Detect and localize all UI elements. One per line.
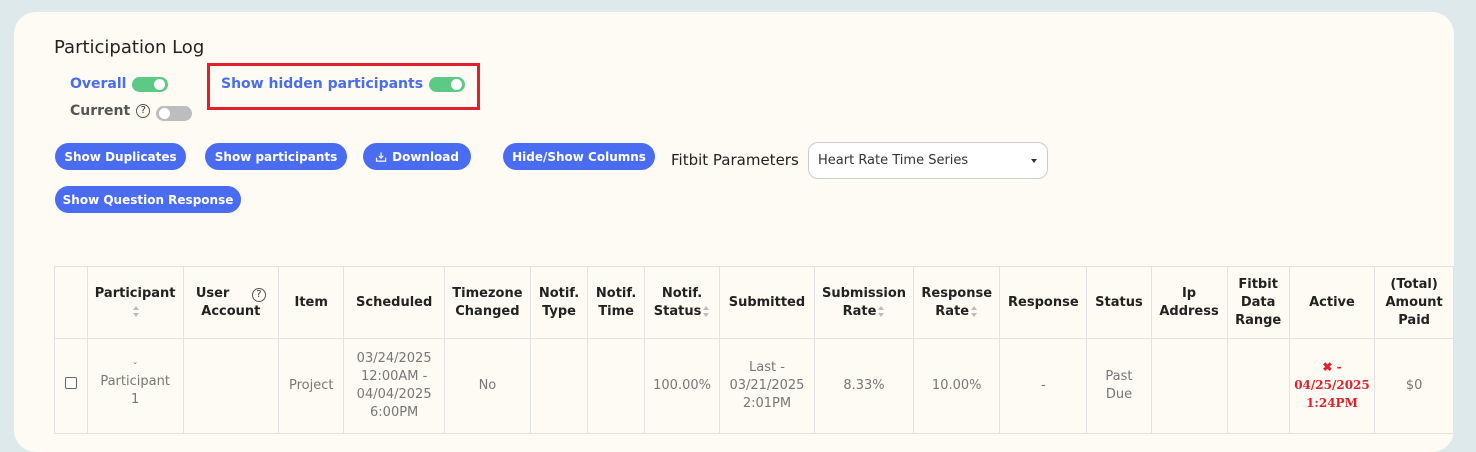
timezone-changed-cell: No bbox=[443, 338, 531, 434]
header-response-rate[interactable]: Response Rate bbox=[913, 266, 1001, 339]
help-icon[interactable]: ? bbox=[136, 103, 151, 118]
amount-paid-cell: $0 bbox=[1374, 338, 1454, 434]
response-rate-cell: 10.00% bbox=[913, 338, 1001, 434]
overall-label: Overall bbox=[70, 76, 127, 92]
table-header-row: Participant User ? Account Item Scheduled… bbox=[54, 266, 1454, 339]
fitbit-parameters-select[interactable]: Heart Rate Time Series bbox=[808, 142, 1048, 179]
sort-icon bbox=[971, 305, 978, 317]
item-cell: Project bbox=[277, 338, 345, 434]
overall-toggle[interactable] bbox=[132, 76, 169, 92]
header-submitted: Submitted bbox=[719, 266, 815, 339]
header-item: Item bbox=[277, 266, 345, 339]
row-checkbox[interactable] bbox=[64, 377, 77, 389]
table-row: ˇ Participant 1 Project 03/24/2025 12:00AM… bbox=[54, 338, 1454, 434]
current-toggle[interactable] bbox=[156, 106, 193, 121]
current-label: Current bbox=[70, 102, 131, 119]
header-notif-type: Notif. Type bbox=[529, 266, 589, 339]
header-scheduled: Scheduled bbox=[343, 266, 445, 339]
participation-log-card: Participation Log Overall Current ? Show… bbox=[14, 12, 1454, 452]
header-timezone-changed: Timezone Changed bbox=[443, 266, 531, 339]
chevron-down-icon bbox=[1031, 159, 1037, 163]
fitbit-parameters-label: Fitbit Parameters bbox=[671, 151, 799, 169]
chevron-down-icon[interactable]: ˇ bbox=[90, 363, 181, 373]
active-cell: ✖ - 04/25/2025 1:24PM bbox=[1288, 338, 1376, 434]
status-cell: Past Due bbox=[1086, 338, 1152, 434]
response-cell: - bbox=[999, 338, 1088, 434]
download-button[interactable]: Download bbox=[363, 143, 471, 170]
header-amount-paid: (Total) Amount Paid bbox=[1374, 266, 1454, 339]
hidden-participants-toggle-row: Show hidden participants bbox=[221, 76, 466, 92]
participation-table: Participant User ? Account Item Scheduled… bbox=[54, 266, 1454, 434]
help-icon[interactable]: ? bbox=[251, 287, 266, 302]
sort-icon bbox=[878, 305, 885, 317]
show-hidden-participants-label: Show hidden participants bbox=[221, 76, 424, 92]
show-hidden-participants-toggle[interactable] bbox=[429, 76, 466, 92]
header-submission-rate[interactable]: Submission Rate bbox=[813, 266, 915, 339]
scheduled-cell: 03/24/2025 12:00AM -04/04/2025 6:00PM bbox=[343, 338, 445, 434]
download-icon bbox=[375, 151, 387, 162]
sort-icon bbox=[703, 305, 710, 317]
participant-cell[interactable]: ˇ Participant 1 bbox=[86, 338, 184, 434]
download-label: Download bbox=[392, 149, 459, 164]
header-ip-address: Ip Address bbox=[1150, 266, 1228, 339]
ip-address-cell bbox=[1150, 338, 1228, 434]
inactive-mark: ✖ - bbox=[1322, 360, 1342, 374]
show-duplicates-button[interactable]: Show Duplicates bbox=[55, 143, 186, 170]
show-question-response-button[interactable]: Show Question Response bbox=[55, 186, 241, 213]
current-toggle-row: Current ? bbox=[70, 100, 193, 121]
row-checkbox-cell bbox=[54, 338, 88, 434]
header-notif-status[interactable]: Notif. Status bbox=[644, 266, 720, 339]
header-fitbit-data-range: Fitbit Data Range bbox=[1226, 266, 1290, 339]
header-user-account: User ? Account bbox=[182, 266, 279, 339]
header-participant[interactable]: Participant bbox=[86, 266, 184, 339]
header-notif-time: Notif. Time bbox=[587, 266, 646, 339]
header-status: Status bbox=[1086, 266, 1152, 339]
notif-time-cell bbox=[587, 338, 646, 434]
overall-toggle-row: Overall bbox=[70, 76, 169, 92]
show-participants-button[interactable]: Show participants bbox=[205, 143, 347, 170]
submitted-cell: Last -03/21/2025 2:01PM bbox=[719, 338, 815, 434]
fitbit-range-cell bbox=[1226, 338, 1290, 434]
select-all-header bbox=[54, 266, 88, 339]
page-title: Participation Log bbox=[54, 37, 205, 58]
notif-type-cell bbox=[529, 338, 589, 434]
fitbit-selected-value: Heart Rate Time Series bbox=[818, 153, 969, 168]
hide-show-columns-button[interactable]: Hide/Show Columns bbox=[503, 143, 655, 170]
submission-rate-cell: 8.33% bbox=[813, 338, 915, 434]
sort-icon bbox=[132, 305, 140, 317]
user-account-cell bbox=[182, 338, 279, 434]
header-active: Active bbox=[1288, 266, 1376, 339]
notif-status-cell: 100.00% bbox=[644, 338, 720, 434]
header-response: Response bbox=[999, 266, 1088, 339]
